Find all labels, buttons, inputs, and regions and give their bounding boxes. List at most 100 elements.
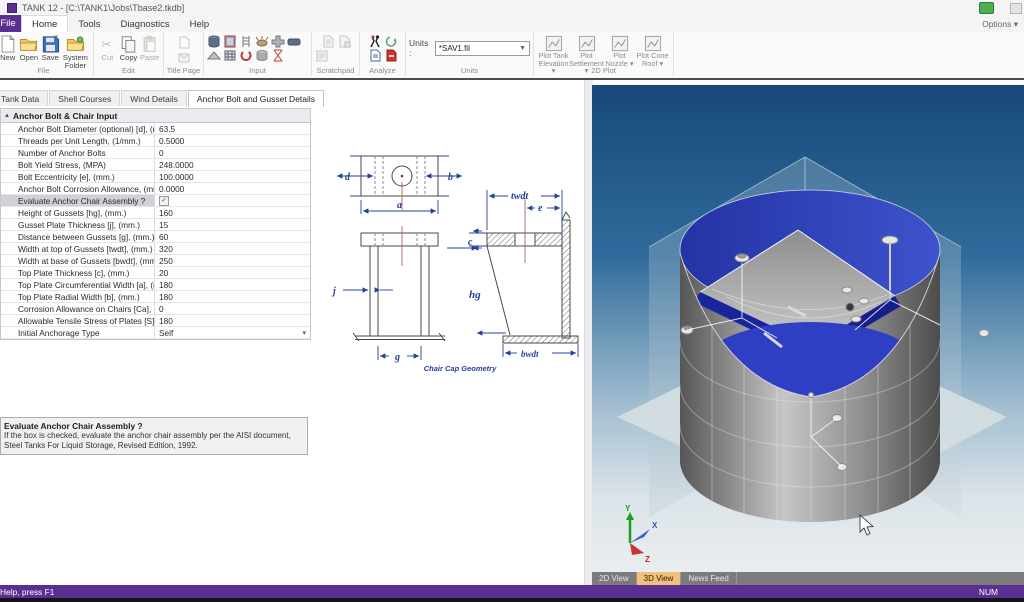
grid-plate-icon[interactable] <box>223 49 237 62</box>
grid-row[interactable]: Anchor Bolt Corrosion Allowance, (mm.) 0.… <box>1 183 310 195</box>
doc-tab-shell-courses[interactable]: Shell Courses <box>49 90 121 106</box>
grid-row-label: Bolt Yield Stress, (MPA) <box>1 159 155 170</box>
grid-row-value[interactable]: 20 <box>155 267 310 278</box>
doc-tab-anchor-bolt-and-gusset-details[interactable]: Anchor Bolt and Gusset Details <box>187 90 325 107</box>
shell-courses-icon[interactable] <box>223 35 237 48</box>
grid-row-value[interactable]: Self ▾ <box>155 327 310 338</box>
grid-row-value[interactable]: 248.0000 <box>155 159 310 170</box>
grid-row[interactable]: Allowable Tensile Stress of Plates [S], … <box>1 315 310 327</box>
num-lock-indicator: NUM <box>978 586 998 597</box>
viewport-tab-news-feed[interactable]: News Feed <box>681 572 737 585</box>
grid-row-value[interactable]: 0.5000 <box>155 135 310 146</box>
grid-row-value[interactable]: 250 <box>155 255 310 266</box>
grid-row-value[interactable]: 63.5 <box>155 123 310 134</box>
doc-tab-tank-data[interactable]: Tank Data <box>0 90 49 106</box>
grid-row-value[interactable]: 160 <box>155 207 310 218</box>
grid-row-value[interactable]: 180 <box>155 291 310 302</box>
3d-viewport[interactable]: Y X Z <box>592 85 1024 572</box>
window-control-icon[interactable] <box>1010 3 1022 14</box>
tower-icon[interactable] <box>271 49 285 62</box>
grid-row[interactable]: Initial Anchorage Type Self ▾ <box>1 327 310 339</box>
tab-diagnostics[interactable]: Diagnostics <box>111 16 180 32</box>
tank-data-icon[interactable] <box>207 35 221 48</box>
grid-row[interactable]: Width at base of Gussets [bwdt], (mm.) 25… <box>1 255 310 267</box>
grid-row-label: Width at base of Gussets [bwdt], (mm.) <box>1 255 155 266</box>
help-title: Evaluate Anchor Chair Assembly ? <box>4 421 143 431</box>
grid-row-value[interactable]: 0 <box>155 303 310 314</box>
grid-row[interactable]: Anchor Bolt Diameter (optional) [d], (mm… <box>1 123 310 135</box>
grid-row[interactable]: Top Plate Circumferential Width [a], (mm… <box>1 279 310 291</box>
grid-row[interactable]: Width at top of Gussets [twdt], (mm.) 320 <box>1 243 310 255</box>
grid-row-value[interactable]: 180 <box>155 279 310 290</box>
system-folder-button[interactable]: System Folder <box>62 34 89 70</box>
tank12-application-window: TANK 12 - [C:\TANK1\Jobs\Tbase2.tkdb] Fi… <box>0 0 1024 602</box>
combobox-arrow-icon[interactable]: ▼ <box>519 45 526 52</box>
cut-button[interactable]: ✂ Cut <box>98 34 117 62</box>
bottom-edge-strip <box>0 598 1024 602</box>
nozzle-icon[interactable] <box>271 35 285 48</box>
units-combobox[interactable]: *SAV1.fil ▼ <box>434 40 530 56</box>
dim-label-j: j <box>331 286 336 297</box>
scratchpad-notes-icon[interactable] <box>315 49 329 62</box>
checkbox[interactable]: ✓ <box>159 195 169 206</box>
grid-row-value[interactable]: 60 <box>155 231 310 242</box>
grid-row[interactable]: Gusset Plate Thickness [j], (mm.) 15 <box>1 219 310 231</box>
grid-row-label: Height of Gussets [hg], (mm.) <box>1 207 155 218</box>
grid-section-header[interactable]: ▲ Anchor Bolt & Chair Input <box>1 109 310 123</box>
pdf-icon[interactable] <box>384 49 398 62</box>
new-button[interactable]: New <box>0 34 17 70</box>
grid-row[interactable]: Height of Gussets [hg], (mm.) 160 <box>1 207 310 219</box>
low-tank-icon[interactable] <box>287 35 301 48</box>
grid-row[interactable]: Threads per Unit Length, (1/mm.) 0.5000 <box>1 135 310 147</box>
doc-tab-wind-details[interactable]: Wind Details <box>121 90 187 106</box>
save-button[interactable]: Save <box>41 34 60 70</box>
scratchpad-doc-icon[interactable] <box>321 35 335 48</box>
grid-row-value[interactable]: 320 <box>155 243 310 254</box>
axis-label-z: Z <box>645 555 650 564</box>
tab-tools[interactable]: Tools <box>68 16 110 32</box>
ribbon-tab-bar: File Home Tools Diagnostics Help <box>0 15 1024 32</box>
grid-row[interactable]: Number of Anchor Bolts 0 <box>1 147 310 159</box>
units-value: *SAV1.fil <box>438 43 470 53</box>
grid-row[interactable]: Distance between Gussets [g], (mm.) 60 <box>1 231 310 243</box>
paste-button[interactable]: Paste <box>140 34 159 62</box>
tank-icon[interactable] <box>255 49 269 62</box>
cone-roof-icon[interactable] <box>207 49 221 62</box>
svg-text:✂: ✂ <box>101 38 112 52</box>
grid-row-value[interactable]: 0.0000 <box>155 183 310 194</box>
roof-fixtures-icon[interactable] <box>255 35 269 48</box>
viewport-tab-3d-view[interactable]: 3D View <box>636 572 682 585</box>
options-dropdown[interactable]: Options ▾ <box>982 19 1018 30</box>
title-page-alt-icon[interactable] <box>177 51 191 64</box>
axis-label-y: Y <box>625 504 631 513</box>
file-menu-button[interactable]: File <box>0 15 21 32</box>
title-page-icon[interactable] <box>177 36 191 49</box>
grid-row[interactable]: Bolt Eccentricity [e], (mm.) 100.0000 <box>1 171 310 183</box>
viewport-tab-2d-view[interactable]: 2D View <box>592 572 637 585</box>
grid-row-value[interactable]: 15 <box>155 219 310 230</box>
ring-icon[interactable] <box>239 49 253 62</box>
open-button[interactable]: Open <box>19 34 38 70</box>
collapse-arrow-icon[interactable]: ▲ <box>4 113 10 119</box>
grid-row-value[interactable]: ✓ <box>155 195 310 206</box>
ladder-icon[interactable] <box>239 35 253 48</box>
feedback-icon[interactable] <box>979 2 994 14</box>
grid-row-value[interactable]: 0 <box>155 147 310 158</box>
grid-row[interactable]: Corrosion Allowance on Chairs [Ca], (mm.… <box>1 303 310 315</box>
grid-row-value[interactable]: 100.0000 <box>155 171 310 182</box>
ribbon: New Open Save System Folder File ✂ Cut C… <box>0 32 1024 80</box>
grid-row[interactable]: Top Plate Radial Width [b], (mm.) 180 <box>1 291 310 303</box>
scratchpad-calc-icon[interactable] <box>337 35 351 48</box>
dropdown-arrow-icon[interactable]: ▾ <box>302 329 306 337</box>
grid-row-label: Gusset Plate Thickness [j], (mm.) <box>1 219 155 230</box>
grid-row-value[interactable]: 180 <box>155 315 310 326</box>
copy-button[interactable]: Copy <box>119 34 138 62</box>
report-doc-icon[interactable] <box>368 49 382 62</box>
tab-home[interactable]: Home <box>21 15 69 32</box>
analyze-run-icon[interactable] <box>368 35 382 48</box>
grid-row[interactable]: Bolt Yield Stress, (MPA) 248.0000 <box>1 159 310 171</box>
grid-row[interactable]: Top Plate Thickness [c], (mm.) 20 <box>1 267 310 279</box>
grid-row[interactable]: Evaluate Anchor Chair Assembly ? ✓ <box>1 195 310 207</box>
refresh-icon[interactable] <box>384 35 398 48</box>
tab-help[interactable]: Help <box>180 16 220 32</box>
